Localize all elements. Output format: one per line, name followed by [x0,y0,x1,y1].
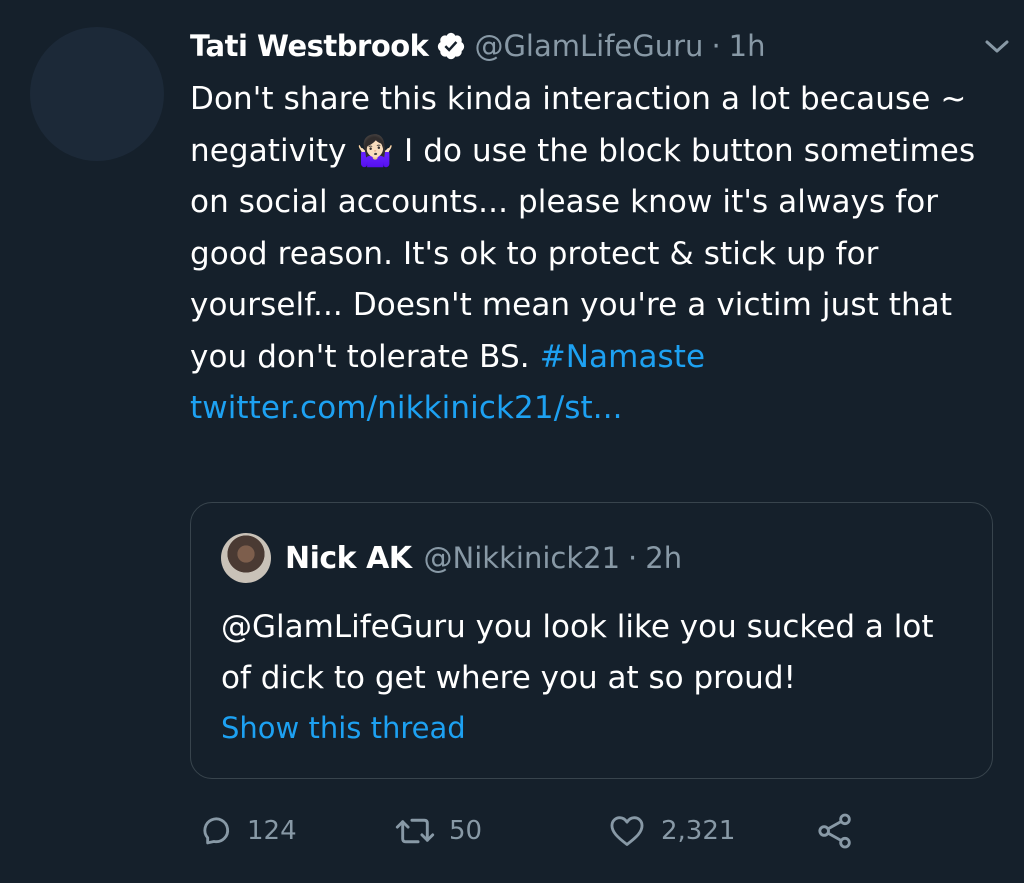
show-thread-link[interactable]: Show this thread [221,711,466,745]
quoted-separator-dot: · [628,541,638,575]
tweet-header: Tati Westbrook @GlamLifeGuru · 1h [190,22,1009,70]
quoted-author-avatar[interactable] [221,533,271,583]
quoted-tweet[interactable]: Nick AK @Nikkinick21 · 2h @GlamLifeGuru … [190,502,993,779]
quoted-author-name: Nick AK [285,540,412,576]
quoted-tweet-timestamp: 2h [645,541,683,575]
author-avatar[interactable] [30,27,164,161]
tweet: Tati Westbrook @GlamLifeGuru · 1h Don't … [190,22,1009,435]
author-handle[interactable]: @GlamLifeGuru [474,29,703,63]
tweet-text: Don't share this kinda interaction a lot… [190,74,1000,435]
share-button[interactable] [815,808,855,854]
like-icon [607,812,647,850]
like-count: 2,321 [661,816,736,846]
shrug-emoji: 🤷🏻‍♀️ [356,133,395,169]
reply-count: 124 [247,816,297,846]
tweet-timestamp[interactable]: 1h [729,29,766,63]
separator-dot: · [711,29,721,63]
author-name[interactable]: Tati Westbrook [190,29,429,63]
retweet-button[interactable]: 50 [395,808,482,854]
quoted-tweet-header: Nick AK @Nikkinick21 · 2h [221,533,682,583]
quoted-tweet-text: @GlamLifeGuru you look like you sucked a… [221,609,934,696]
retweet-count: 50 [449,816,483,846]
hashtag-link[interactable]: #Namaste [540,339,706,375]
chevron-down-icon[interactable] [980,32,1014,62]
tweet-actions: 124 50 2,321 [195,808,895,854]
like-button[interactable]: 2,321 [607,808,735,854]
quoted-author-handle: @Nikkinick21 [423,541,621,575]
verified-icon [436,31,466,61]
url-link[interactable]: twitter.com/nikkinick21/st... [190,390,623,426]
reply-icon [195,812,233,850]
share-icon [815,811,855,851]
reply-button[interactable]: 124 [195,808,297,854]
retweet-icon [395,812,435,850]
